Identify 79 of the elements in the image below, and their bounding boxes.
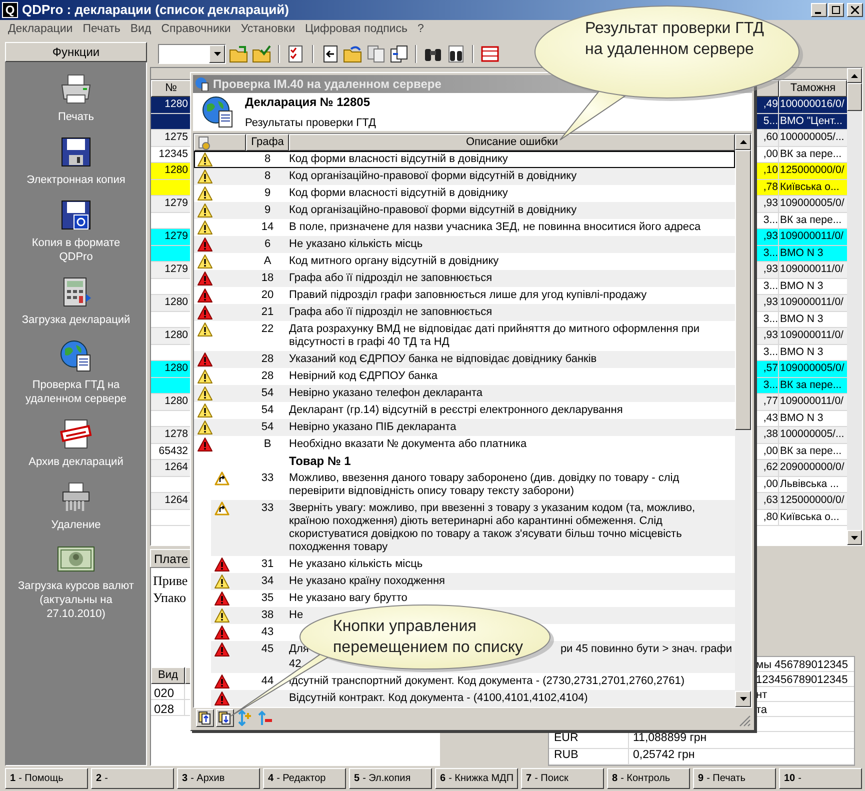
function-label: Электронная копия	[26, 173, 126, 187]
error-text: Невірний код ЄДРПОУ банка	[289, 369, 438, 384]
function-label: Загрузка деклараций	[22, 313, 130, 327]
table-cell-text: 11,088899 грн	[632, 731, 707, 746]
function-label: Проверка ГТД на удаленном сервере	[24, 378, 128, 406]
column-number: 35	[261, 591, 274, 606]
error-text: Код форми власності відсутній в довіднику	[289, 152, 508, 167]
error-text: Не указано країну походження	[289, 574, 446, 589]
error-text: Відсутній контракт. Код документа - (4100,4101,4102,4104)	[289, 691, 588, 706]
function-label: Удаление	[51, 518, 101, 532]
column-number: 28	[261, 369, 274, 384]
column-number: 33	[261, 471, 274, 486]
column-number: 9	[264, 186, 271, 201]
error-text: Код організаційно-правової форми відсутній в довіднику	[289, 169, 577, 184]
column-number: 9	[264, 203, 271, 218]
error-text: Не указано кількість місць	[289, 557, 423, 572]
column-number: 33	[261, 501, 274, 516]
function-label: Загрузка курсов валют (актуальны на 27.10.2010)	[17, 579, 135, 621]
table-cell-text: 0,25742 грн	[632, 748, 695, 763]
error-text: Правий підрозділ графи заповнюється лише для угод купівлі-продажу	[289, 288, 647, 303]
table-cell: 020	[151, 684, 185, 699]
dialog-subheading: Результаты проверки ГТД	[245, 116, 376, 131]
dialog-title: Проверка IM.40 на удаленном сервере	[213, 76, 442, 93]
column-number: 54	[261, 386, 274, 401]
column-number: 31	[261, 557, 274, 572]
table-cell: 028	[151, 700, 185, 715]
note-text: Упако	[153, 589, 186, 606]
error-text: Зверніть увагу: можливо, при ввезенні з товару з указаним кодом (та, можливо, країною походження) діють ветеринарні або карантинні обмеження. Слід скористуватися довідкою по товару а також з'ясувати більш точно місцевість походження товару	[289, 501, 696, 555]
error-text: Не	[289, 608, 304, 623]
note-text: Приве	[153, 572, 188, 589]
column-number: 54	[261, 420, 274, 435]
column-number: А	[264, 254, 272, 269]
table-cell-text: мы 456789012345	[756, 658, 848, 671]
window-title: QDPro : декларации (список деклараций)	[22, 1, 289, 20]
error-text: Графа або її підрозділ не заповнюється	[289, 305, 492, 320]
column-number: 45	[261, 642, 274, 657]
error-text: Не указано вагу брутто	[289, 591, 408, 606]
column-number: 14	[261, 220, 274, 235]
panel-header: Функции	[5, 42, 147, 62]
app-logo: Q	[2, 2, 18, 18]
error-text: Код митного органу відсутній в довіднику	[289, 254, 499, 269]
column-number: 8	[264, 152, 271, 167]
column-number: 34	[261, 574, 274, 589]
column-number: 6	[264, 237, 271, 252]
table-cell-text: та	[756, 703, 768, 716]
column-number: 44	[261, 674, 274, 689]
error-text: Указаний код ЄДРПОУ банка не відповідає довіднику банків	[289, 352, 597, 367]
group-heading: Товар № 1	[289, 453, 351, 470]
table-cell: RUB	[549, 746, 629, 764]
column-number: 20	[261, 288, 274, 303]
error-text: ри 45 повинно бути > знач. графи	[560, 642, 732, 657]
column-number: 38	[261, 608, 274, 623]
column-number: 54	[261, 403, 274, 418]
error-text: 42	[289, 658, 302, 672]
error-text: В поле, призначене для назви учасника ЗЕД, не повинна вноситися його адреса	[289, 220, 701, 235]
column-number: 18	[261, 271, 274, 286]
function-label: Печать	[58, 110, 94, 124]
error-text: Графа або її підрозділ не заповнюється	[289, 271, 492, 286]
table-cell-text: 123456789012345	[756, 673, 848, 686]
error-text: Невірно указано телефон декларанта	[289, 386, 483, 401]
dialog-heading: Декларация № 12805	[245, 94, 371, 111]
function-label: Копия в формате QDPro	[30, 236, 122, 264]
column-number: 8	[264, 169, 271, 184]
table-cell-text: нт	[756, 688, 768, 701]
column-number: В	[264, 437, 272, 452]
error-text: Код організаційно-правової форми відсутній в довіднику	[289, 203, 577, 218]
column-number: 43	[261, 625, 274, 640]
error-text: Не указано кількість місць	[289, 237, 423, 252]
column-number: 22	[261, 322, 274, 337]
error-text: Можливо, ввезення даного товару заборонено (див. довідку по товару - слід перевірити відповідність опису товару тексту заборони)	[289, 471, 680, 499]
error-text: ідсутній транспортний документ. Код документа - (2730,2731,2701,2760,2761)	[289, 674, 684, 689]
error-text: Код форми власності відсутній в довіднику	[289, 186, 508, 201]
column-number: 21	[261, 305, 274, 320]
column-number: 28	[261, 352, 274, 367]
error-text: Дата розрахунку ВМД не відповідає даті прийняття до митного оформлення при відсутності в графі 40 ТД та НД	[289, 322, 701, 350]
function-label: Архив деклараций	[28, 455, 124, 469]
error-text: Декларант (гр.14) відсутній в реєстрі електронного декларування	[289, 403, 623, 418]
error-text: Необхідно вказати № документа або платника	[289, 437, 527, 452]
error-text: Невірно указано ПІБ декларанта	[289, 420, 456, 435]
